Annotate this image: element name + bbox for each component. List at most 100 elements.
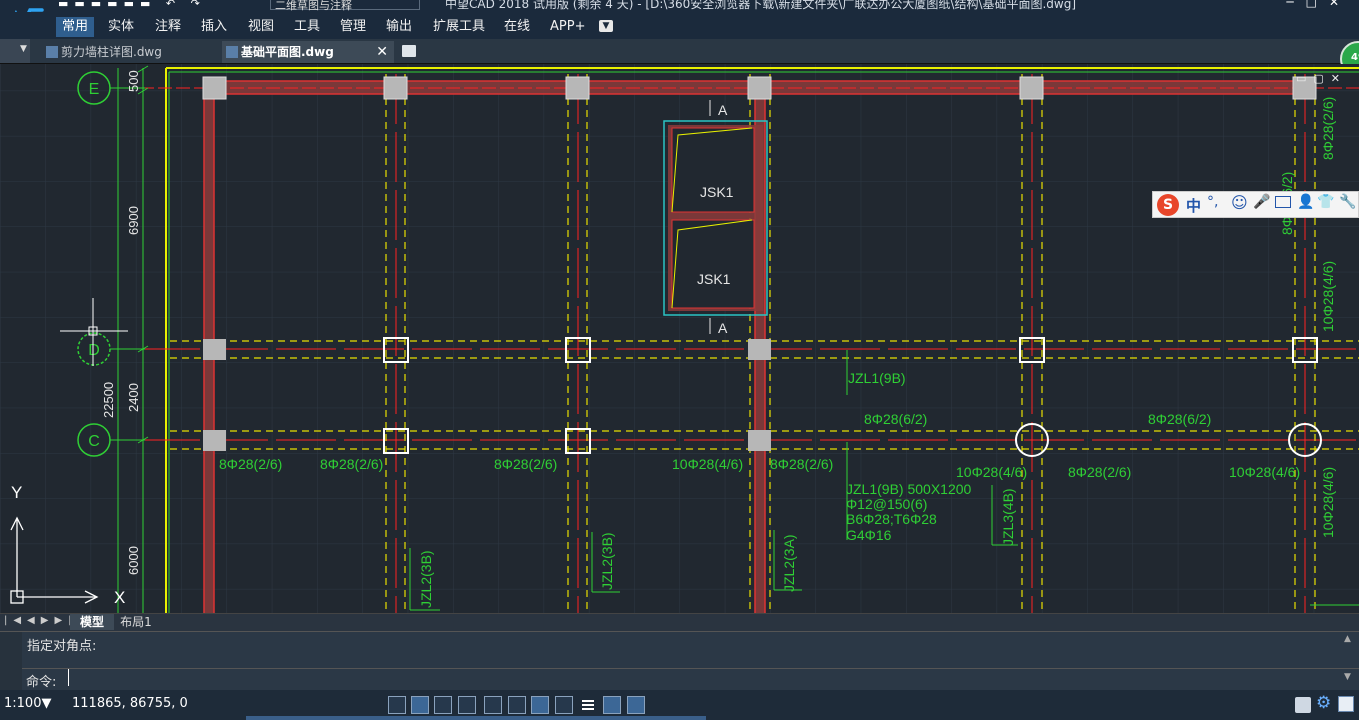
user-icon[interactable]: 👤 — [1297, 194, 1314, 210]
beam-label-jzl2-3b-a: JZL2(3B) — [418, 550, 434, 608]
beam-label-jzl1: JZL1(9B) — [848, 370, 906, 386]
viewport-window-controls[interactable]: ▭▢✕ — [1296, 72, 1356, 86]
ribbon-minimize-icon[interactable]: ▼ — [599, 20, 613, 32]
menu-insert[interactable]: 插入 — [195, 17, 233, 37]
grid-label-c: C — [88, 433, 100, 450]
drawing-canvas[interactable]: E D C 500 6900 2400 22500 6000 JSK1 JSK1… — [0, 64, 1359, 614]
dim-6900: 6900 — [126, 206, 141, 235]
beam-detail-line4: G4Φ16 — [846, 527, 892, 543]
menu-annotate[interactable]: 注释 — [149, 17, 187, 37]
keyboard-icon[interactable] — [1275, 196, 1291, 208]
status-highlight — [246, 716, 706, 720]
snap-toggle-icon[interactable] — [411, 696, 429, 714]
ucs-x-label: X — [114, 588, 125, 607]
tab-model[interactable]: 模型 — [70, 614, 114, 630]
menu-solid[interactable]: 实体 — [102, 17, 140, 37]
tab-label: 基础平面图.dwg — [241, 45, 334, 59]
osnap-toggle-icon[interactable] — [484, 696, 502, 714]
pit-jsk1-detail — [663, 100, 768, 334]
beam-detail-line3: B6Φ28;T6Φ28 — [846, 511, 937, 527]
rebar-label-vertical: 10Φ28(4/6) — [1320, 467, 1336, 538]
tab-foundation-plan[interactable]: 基础平面图.dwg ✕ — [222, 41, 394, 63]
quick-access-toolbar[interactable]: ▬▬▬▬▬▬ ↶ ↷ — [58, 0, 206, 10]
polar-toggle-icon[interactable] — [458, 696, 476, 714]
beam-detail-line1: JZL1(9B) 500X1200 — [846, 481, 972, 497]
section-label-top: A — [718, 102, 728, 118]
command-grip[interactable] — [0, 632, 22, 690]
emoji-icon[interactable]: ☺ — [1231, 193, 1248, 212]
microphone-icon[interactable]: 🎤 — [1253, 194, 1270, 210]
beam-detail-line2: Φ12@150(6) — [846, 496, 927, 512]
beam-label-jzl2-3b-b: JZL2(3B) — [599, 532, 615, 590]
rebar-label: 8Φ28(2/6) — [219, 456, 282, 472]
coordinates-readout: 111865, 86755, 0 — [72, 696, 188, 711]
selection-cycling-icon[interactable] — [627, 696, 645, 714]
ime-toolbar[interactable]: S 中 °, ☺ 🎤 👤 👕 🔧 — [1152, 191, 1359, 218]
grid-toggle-icon[interactable] — [388, 696, 406, 714]
punctuation-icon[interactable]: °, — [1207, 194, 1218, 210]
dwg-file-icon — [226, 46, 238, 58]
grid-label-d: D — [88, 342, 100, 359]
rebar-label: 8Φ28(2/6) — [770, 456, 833, 472]
scale-value: 1:100 — [4, 696, 42, 711]
rebar-label: 8Φ28(2/6) — [494, 456, 557, 472]
command-scrollbar[interactable]: ▲ ▼ — [1344, 634, 1356, 686]
beam-label-jzl3: JZL3(4B) — [1000, 488, 1016, 546]
dynamic-ucs-icon[interactable] — [531, 696, 549, 714]
chevron-down-icon: ▼ — [20, 44, 27, 54]
menu-view[interactable]: 视图 — [242, 17, 280, 37]
annotation-scale-icon[interactable] — [1295, 697, 1311, 713]
new-tab-icon[interactable] — [402, 45, 416, 57]
rebar-label: 10Φ28(4/6) — [672, 456, 743, 472]
skin-icon[interactable]: 👕 — [1317, 194, 1334, 210]
menu-extend-tools[interactable]: 扩展工具 — [427, 17, 491, 37]
close-tab-icon[interactable]: ✕ — [376, 41, 388, 63]
menu-output[interactable]: 输出 — [380, 17, 418, 37]
window-controls[interactable]: ─□✕ — [1286, 0, 1351, 9]
quick-properties-icon[interactable] — [603, 696, 621, 714]
ribbon-menu-bar: 常用 实体 注释 插入 视图 工具 管理 输出 扩展工具 在线 APP+ ▼ — [0, 12, 1359, 39]
workspace-dropdown[interactable]: 二维草图与注释 — [270, 0, 420, 12]
tab-shear-wall-detail[interactable]: 剪力墙柱详图.dwg — [42, 41, 212, 63]
rebar-label: 10Φ28(4/6) — [956, 464, 1027, 480]
beam-label-jzl2-3a: JZL2(3A) — [781, 534, 797, 592]
ortho-toggle-icon[interactable] — [434, 696, 452, 714]
menu-home[interactable]: 常用 — [56, 17, 95, 37]
wrench-icon[interactable]: 🔧 — [1339, 194, 1356, 210]
dim-6000: 6000 — [126, 546, 141, 575]
workspace-label: 二维草图与注释 — [275, 0, 352, 12]
chevron-down-icon: ▼ — [41, 696, 52, 711]
menu-manage[interactable]: 管理 — [334, 17, 372, 37]
fullscreen-icon[interactable] — [1338, 696, 1354, 712]
chevron-up-icon: ▲ — [1344, 634, 1351, 644]
ucs-y-label: Y — [11, 483, 22, 502]
rebar-label-vertical: 10Φ28(4/6) — [1320, 261, 1336, 332]
layout-nav-arrows[interactable]: |◀◀▶▶| — [4, 615, 78, 626]
grid-label-e: E — [89, 81, 100, 98]
status-bar: 1:100▼ 111865, 86755, 0 — [0, 690, 1359, 720]
otrack-toggle-icon[interactable] — [508, 696, 526, 714]
rebar-label: 8Φ28(6/2) — [1148, 411, 1211, 427]
ime-mode[interactable]: 中 — [1186, 195, 1201, 216]
gear-icon[interactable]: ⚙ — [1316, 693, 1331, 713]
dim-500: 500 — [126, 70, 141, 92]
command-prompt: 命令: — [26, 675, 57, 690]
rebar-label-vertical: 8Φ28(2/6) — [1320, 97, 1336, 160]
command-input[interactable] — [68, 669, 69, 686]
menu-app-plus[interactable]: APP+ — [544, 17, 591, 37]
menu-online[interactable]: 在线 — [498, 17, 536, 37]
menu-tools[interactable]: 工具 — [288, 17, 326, 37]
dynamic-input-icon[interactable] — [555, 696, 573, 714]
tab-list-button[interactable]: ▼ — [0, 39, 30, 63]
tab-layout1[interactable]: 布局1 — [116, 614, 156, 630]
command-history: 指定对角点: — [27, 639, 97, 654]
section-label-bottom: A — [718, 320, 728, 336]
dim-22500: 22500 — [101, 382, 116, 418]
lineweight-toggle-icon[interactable] — [582, 697, 594, 711]
badge-value: 49 — [1351, 52, 1359, 63]
rebar-label: 8Φ28(2/6) — [1068, 464, 1131, 480]
dwg-file-icon — [46, 46, 58, 58]
drawing-svg[interactable]: E D C 500 6900 2400 22500 6000 JSK1 JSK1… — [0, 64, 1359, 614]
scale-selector[interactable]: 1:100▼ — [4, 696, 51, 711]
dim-2400: 2400 — [126, 383, 141, 412]
